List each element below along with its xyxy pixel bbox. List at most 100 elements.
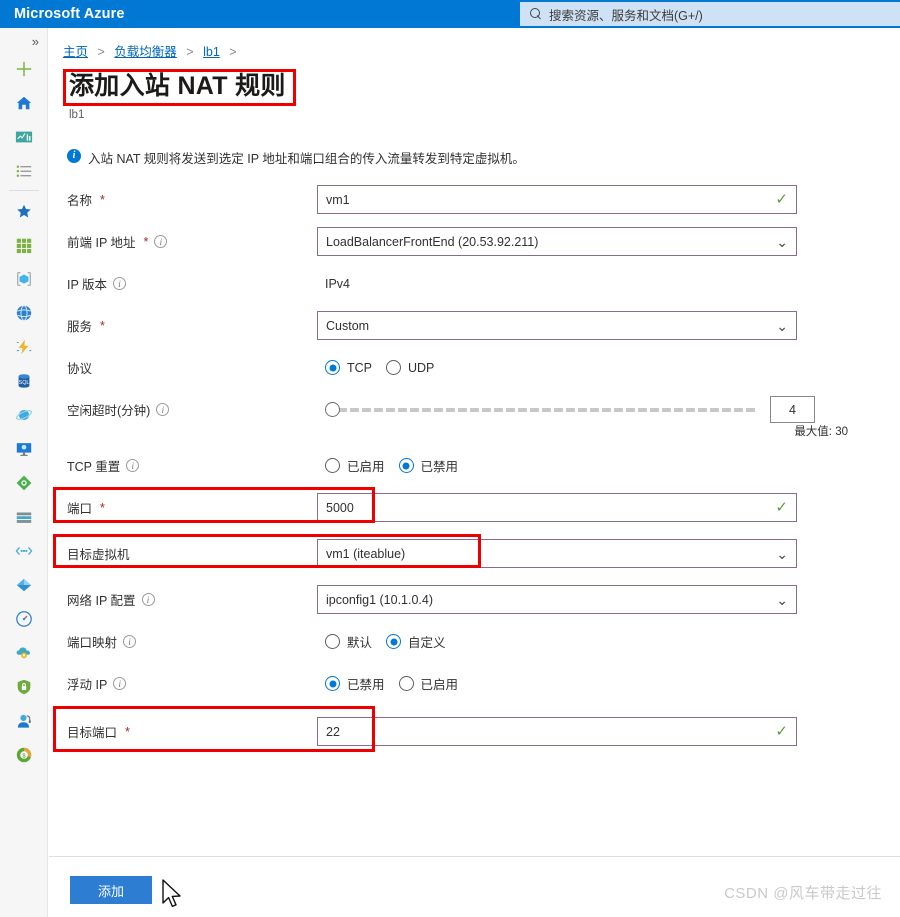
radio-label-udp: UDP	[408, 360, 435, 375]
service-dropdown[interactable]: Custom ⌄	[317, 311, 797, 341]
control-idle-timeout: 4	[317, 396, 900, 424]
list-icon	[16, 165, 31, 177]
breadcrumb-separator: >	[186, 45, 194, 59]
info-circle-icon[interactable]: i	[154, 235, 168, 249]
info-circle-icon[interactable]: i	[113, 677, 127, 691]
sidebar-item-help-and-support[interactable]	[7, 704, 41, 737]
target-port-input[interactable]: 22 ✓	[317, 717, 797, 747]
sidebar-item-function-app[interactable]	[7, 330, 41, 363]
name-input[interactable]: vm1 ✓	[317, 185, 797, 215]
breadcrumb-item-load-balancers[interactable]: 负载均衡器	[114, 45, 177, 59]
radio-protocol-tcp[interactable]: TCP	[325, 360, 372, 376]
footer-divider	[49, 856, 900, 857]
idle-timeout-slider[interactable]: 4	[317, 396, 900, 424]
dashboard-icon	[15, 131, 32, 142]
network-icon	[15, 546, 32, 555]
radio-port-mapping-custom[interactable]: 自定义	[386, 632, 446, 651]
sidebar-item-azure-cosmos-db[interactable]	[7, 398, 41, 431]
network-ip-config-value: ipconfig1 (10.1.0.4)	[326, 592, 434, 607]
sidebar-item-monitor[interactable]	[7, 602, 41, 635]
label-idle-timeout-text: 空闲超时(分钟)	[67, 404, 151, 419]
main-content-panel: 主页 > 负载均衡器 > lb1 > 添加入站 NAT 规则 lb1 i 入站 …	[49, 28, 900, 917]
form-row-frontend-ip: 前端 IP 地址 * i LoadBalancerFrontEnd (20.53…	[67, 225, 900, 259]
diamond-node-icon	[16, 475, 31, 490]
sidebar-item-all-services[interactable]	[7, 154, 41, 187]
form-row-port-mapping: 端口映射 i 默认 自定义	[67, 625, 900, 659]
label-port: 端口 *	[67, 498, 317, 517]
form-row-service: 服务 * Custom ⌄	[67, 309, 900, 343]
form-row-name: 名称 * vm1 ✓	[67, 183, 900, 217]
chevron-down-icon: ⌄	[776, 591, 788, 608]
breadcrumb-item-home[interactable]: 主页	[63, 45, 88, 59]
plus-icon	[16, 61, 31, 76]
form-row-tcp-reset: TCP 重置 i 已启用 已禁用	[67, 449, 900, 483]
protocol-radio-group: TCP UDP	[317, 360, 435, 376]
required-asterisk: *	[100, 192, 105, 207]
expand-menu-button[interactable]: »	[0, 32, 47, 52]
breadcrumb-separator: >	[97, 45, 105, 59]
radio-dot	[398, 676, 414, 692]
sidebar-item-security-center[interactable]	[7, 670, 41, 703]
chevron-down-icon: ⌄	[776, 233, 788, 250]
control-name: vm1 ✓	[317, 185, 900, 215]
idle-timeout-value[interactable]: 4	[770, 396, 815, 424]
sidebar-item-virtual-networks[interactable]	[7, 534, 41, 567]
target-vm-value: vm1 (iteablue)	[326, 546, 406, 561]
sidebar-item-app-services[interactable]	[7, 296, 41, 329]
radio-tcp-reset-enabled[interactable]: 已启用	[325, 456, 385, 475]
frontend-ip-dropdown[interactable]: LoadBalancerFrontEnd (20.53.92.211) ⌄	[317, 227, 797, 257]
radio-protocol-udp[interactable]: UDP	[386, 360, 435, 376]
cube-icon	[16, 271, 31, 286]
form-row-idle-timeout: 空闲超时(分钟) i 4 最大值: 30	[67, 393, 900, 438]
sidebar-item-create-resource[interactable]	[7, 52, 41, 85]
sidebar-item-advisor[interactable]	[7, 636, 41, 669]
form-row-target-vm: 目标虚拟机 vm1 (iteablue) ⌄	[53, 533, 900, 571]
control-protocol: TCP UDP	[317, 360, 900, 376]
global-search-box[interactable]: 搜索资源、服务和文档(G+/)	[520, 2, 900, 26]
sidebar-item-cost-management[interactable]: $	[7, 738, 41, 771]
label-port-mapping-text: 端口映射	[67, 636, 118, 651]
sidebar-item-virtual-machines[interactable]	[7, 432, 41, 465]
radio-port-mapping-default[interactable]: 默认	[325, 632, 372, 651]
sidebar-item-azure-active-directory[interactable]	[7, 568, 41, 601]
sidebar-item-dashboard[interactable]	[7, 120, 41, 153]
label-network-ip-config-text: 网络 IP 配置	[67, 594, 136, 609]
sidebar-item-all-resources[interactable]	[7, 228, 41, 261]
add-button[interactable]: 添加	[70, 876, 152, 904]
required-asterisk: *	[143, 234, 149, 249]
required-asterisk: *	[125, 724, 130, 739]
target-vm-dropdown[interactable]: vm1 (iteablue) ⌄	[317, 539, 797, 569]
monitor-icon	[16, 442, 31, 456]
azure-brand-logo[interactable]: Microsoft Azure	[0, 6, 125, 22]
sidebar-item-storage-accounts[interactable]	[7, 500, 41, 533]
slider-track[interactable]	[338, 407, 756, 412]
label-name-text: 名称	[67, 194, 93, 209]
info-circle-icon[interactable]: i	[156, 403, 170, 417]
sidebar-item-home[interactable]	[7, 86, 41, 119]
radio-tcp-reset-disabled[interactable]: 已禁用	[398, 456, 458, 475]
chevron-down-icon: ⌄	[776, 545, 788, 562]
label-name: 名称 *	[67, 190, 317, 209]
cloud-gear-icon	[16, 646, 30, 658]
slider-thumb[interactable]	[325, 402, 340, 418]
info-circle-icon[interactable]: i	[123, 635, 137, 649]
radio-floating-ip-disabled[interactable]: 已禁用	[325, 674, 385, 693]
sidebar-item-sql-databases[interactable]: SQL	[7, 364, 41, 397]
sidebar-item-favorites[interactable]	[7, 194, 41, 227]
label-service-text: 服务	[67, 320, 93, 335]
breadcrumb-item-lb1[interactable]: lb1	[203, 45, 220, 59]
info-circle-icon[interactable]: i	[141, 593, 155, 607]
label-protocol: 协议	[67, 358, 317, 377]
info-circle-icon[interactable]: i	[126, 459, 140, 473]
port-input[interactable]: 5000 ✓	[317, 493, 797, 523]
info-circle-icon[interactable]: i	[113, 277, 127, 291]
shield-icon	[17, 679, 30, 694]
control-port: 5000 ✓	[317, 493, 900, 523]
check-icon: ✓	[775, 499, 788, 517]
sidebar-item-load-balancers[interactable]	[7, 466, 41, 499]
sidebar-item-resource-groups[interactable]	[7, 262, 41, 295]
network-ip-config-dropdown[interactable]: ipconfig1 (10.1.0.4) ⌄	[317, 585, 797, 615]
radio-floating-ip-enabled[interactable]: 已启用	[398, 674, 458, 693]
info-banner: i 入站 NAT 规则将发送到选定 IP 地址和端口组合的传入流量转发到特定虚拟…	[67, 148, 900, 167]
label-network-ip-config: 网络 IP 配置 i	[67, 590, 317, 609]
